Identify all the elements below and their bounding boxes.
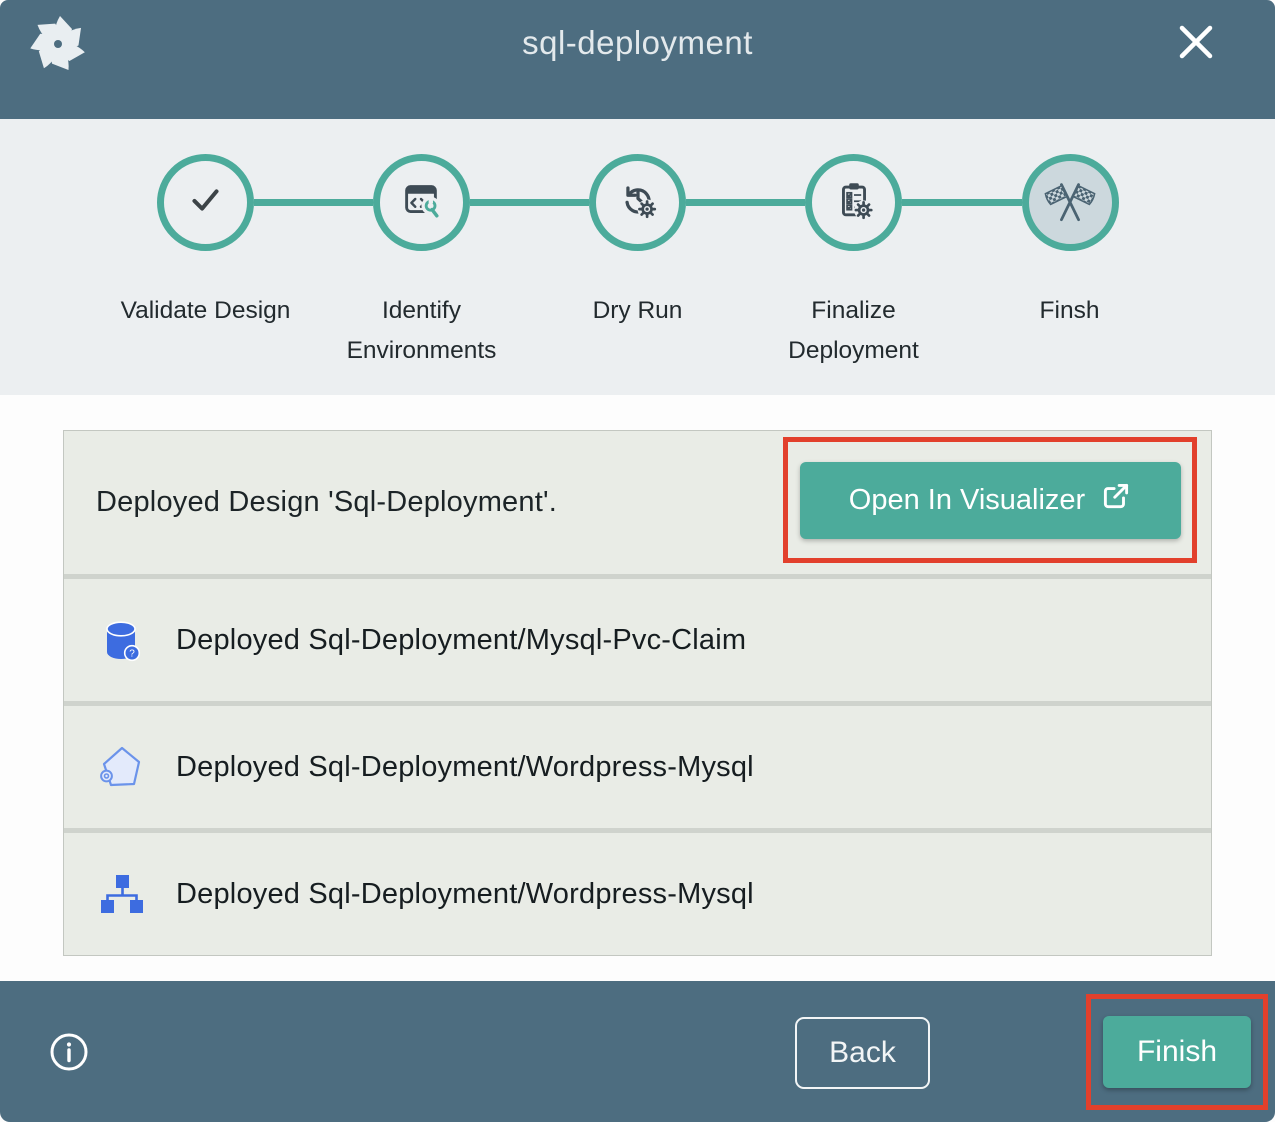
code-window-wrench-icon xyxy=(398,177,444,228)
back-button[interactable]: Back xyxy=(795,1017,930,1089)
racing-flags-icon xyxy=(1044,174,1096,231)
step-label-finalize-deployment: Finalize Deployment xyxy=(746,291,962,371)
sync-gear-icon xyxy=(615,177,661,228)
deployment-tree-icon xyxy=(97,870,145,918)
deployment-wizard-dialog: sql-deployment xyxy=(0,0,1275,1122)
deployed-design-row: Deployed Design 'Sql-Deployment'. Open I… xyxy=(64,431,1211,574)
deployed-resource-row: Deployed Sql-Deployment/Wordpress-Mysql xyxy=(64,833,1211,955)
step-circle-identify-environments xyxy=(373,154,470,251)
deployment-results: Deployed Design 'Sql-Deployment'. Open I… xyxy=(0,395,1275,981)
step-connector xyxy=(470,199,589,206)
step-connector xyxy=(902,199,1021,206)
deployed-design-message: Deployed Design 'Sql-Deployment'. xyxy=(96,486,557,519)
deployed-resource-row: Deployed Sql-Deployment/Wordpress-Mysql xyxy=(64,706,1211,828)
clipboard-gear-icon xyxy=(831,177,877,228)
dialog-footer: Back Finish xyxy=(0,981,1275,1122)
info-icon xyxy=(48,1061,90,1076)
close-icon xyxy=(1175,51,1217,66)
deployment-stepper: Validate Design Identify Environments Dr… xyxy=(0,119,1275,395)
step-circle-validate-design xyxy=(157,154,254,251)
info-button[interactable] xyxy=(48,1031,90,1073)
dialog-header: sql-deployment xyxy=(0,0,1275,119)
step-circle-dry-run xyxy=(589,154,686,251)
finish-button[interactable]: Finish xyxy=(1103,1016,1251,1088)
deployed-resource-text: Deployed Sql-Deployment/Mysql-Pvc-Claim xyxy=(176,624,746,657)
step-circle-finish xyxy=(1022,154,1119,251)
step-connector xyxy=(686,199,805,206)
step-connector xyxy=(254,199,373,206)
check-icon xyxy=(182,177,228,228)
external-link-icon xyxy=(1101,481,1131,519)
dialog-title: sql-deployment xyxy=(0,24,1275,62)
open-in-visualizer-button[interactable]: Open In Visualizer xyxy=(800,462,1181,539)
deployed-resource-text: Deployed Sql-Deployment/Wordpress-Mysql xyxy=(176,751,754,784)
highlight-box-visualizer: Open In Visualizer xyxy=(783,437,1197,563)
svg-text:?: ? xyxy=(129,649,135,660)
service-pentagon-icon xyxy=(97,743,145,791)
deployed-resource-row: ? Deployed Sql-Deployment/Mysql-Pvc-Clai… xyxy=(64,579,1211,701)
results-panel: Deployed Design 'Sql-Deployment'. Open I… xyxy=(63,430,1212,956)
stepper-circles xyxy=(157,154,1119,251)
step-circle-finalize-deployment xyxy=(805,154,902,251)
highlight-box-finish: Finish xyxy=(1086,994,1268,1110)
step-label-dry-run: Dry Run xyxy=(530,291,746,371)
close-button[interactable] xyxy=(1175,21,1217,63)
deployed-resource-text: Deployed Sql-Deployment/Wordpress-Mysql xyxy=(176,878,754,911)
stepper-labels: Validate Design Identify Environments Dr… xyxy=(98,291,1178,371)
step-label-identify-environments: Identify Environments xyxy=(314,291,530,371)
step-label-finish: Finsh xyxy=(962,291,1178,371)
open-in-visualizer-label: Open In Visualizer xyxy=(849,484,1085,517)
step-label-validate-design: Validate Design xyxy=(98,291,314,371)
pvc-database-icon: ? xyxy=(97,616,145,664)
